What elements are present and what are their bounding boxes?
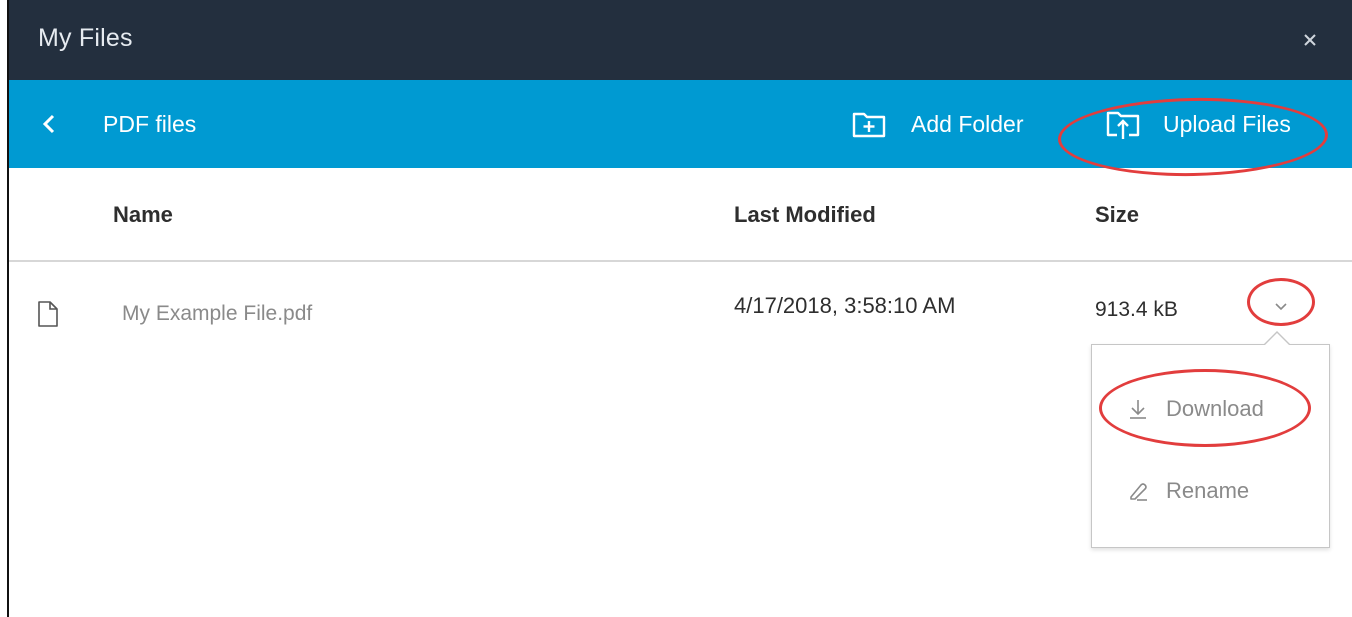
- file-last-modified: 4/17/2018, 3:58:10 AM: [734, 293, 956, 318]
- file-size: 913.4 kB: [1095, 298, 1178, 321]
- menu-item-rename[interactable]: Rename: [1092, 466, 1329, 516]
- download-icon: [1130, 400, 1146, 419]
- menu-item-download-label: Download: [1166, 396, 1264, 421]
- column-header-name[interactable]: Name: [113, 202, 173, 228]
- chevron-left-icon: [42, 114, 55, 134]
- menu-item-rename-label: Rename: [1166, 478, 1250, 503]
- close-icon: [1304, 34, 1316, 46]
- row-menu-button[interactable]: [1271, 296, 1291, 316]
- column-header-last-modified[interactable]: Last Modified: [734, 202, 876, 228]
- file-name[interactable]: My Example File.pdf: [122, 302, 312, 326]
- row-actions-menu: Download Rename: [1091, 331, 1330, 548]
- folder-upload-icon: [1106, 111, 1140, 139]
- menu-item-download[interactable]: Download: [1092, 384, 1329, 434]
- file-table-header: Name Last Modified Size: [9, 168, 1352, 260]
- window-title: My Files: [38, 24, 133, 52]
- menu-caret-fill: [1264, 333, 1290, 346]
- column-header-size[interactable]: Size: [1095, 202, 1139, 228]
- title-bar: My Files: [9, 0, 1352, 80]
- file-manager-window: My Files PDF files Add Folder Upload Fil…: [0, 0, 1352, 617]
- current-folder-name: PDF files: [103, 111, 197, 137]
- pencil-icon: [1130, 483, 1147, 501]
- chevron-down-icon: [1275, 303, 1287, 311]
- file-icon: [38, 301, 58, 327]
- close-button[interactable]: [1298, 28, 1322, 52]
- folder-plus-icon: [852, 112, 886, 138]
- add-folder-button[interactable]: Add Folder: [851, 104, 1024, 144]
- add-folder-label: Add Folder: [911, 110, 1024, 137]
- folder-toolbar: PDF files Add Folder Upload Files: [9, 80, 1352, 168]
- upload-files-button[interactable]: Upload Files: [1105, 104, 1291, 144]
- upload-files-label: Upload Files: [1163, 110, 1291, 137]
- back-button[interactable]: [39, 110, 61, 138]
